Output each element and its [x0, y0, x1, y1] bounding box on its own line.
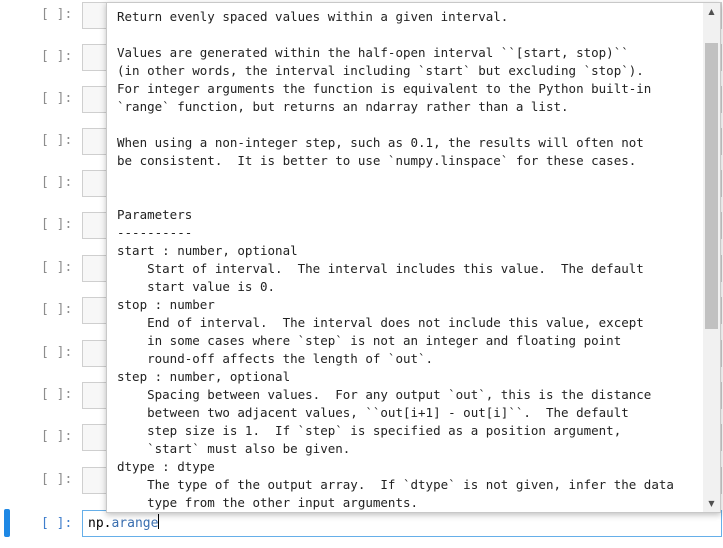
cell-prompt: [ ]: — [41, 387, 73, 402]
cell-prompt: [ ]: — [41, 516, 73, 531]
scroll-down-arrow-icon[interactable]: ▼ — [703, 495, 720, 512]
code-line: np.arange — [88, 514, 160, 531]
tooltip-scrollbar[interactable]: ▲ ▼ — [703, 3, 720, 512]
cell-prompt: [ ]: — [41, 91, 73, 106]
cell-prompt: [ ]: — [41, 302, 73, 317]
docstring-tooltip[interactable]: Return evenly spaced values within a giv… — [106, 2, 721, 513]
text-cursor — [158, 514, 160, 529]
code-editor-input[interactable]: np.arange — [82, 510, 722, 537]
scroll-up-arrow-icon[interactable]: ▲ — [703, 3, 720, 20]
cell-prompt: [ ]: — [41, 260, 73, 275]
cell-prompt: [ ]: — [41, 345, 73, 360]
cell-prompt: [ ]: — [41, 49, 73, 64]
notebook: [ ]: [ ]: [ ]: [ ]: [ ]: [ ]: [ ]: [ ]: … — [0, 0, 723, 548]
docstring-text: Return evenly spaced values within a giv… — [117, 9, 674, 510]
cell-prompt: [ ]: — [41, 7, 73, 22]
cell-prompt: [ ]: — [41, 133, 73, 148]
cell-prompt: [ ]: — [41, 472, 73, 487]
cell-prompt: [ ]: — [41, 429, 73, 444]
cell-prompt: [ ]: — [41, 175, 73, 190]
cell-prompt: [ ]: — [41, 217, 73, 232]
code-object: np — [88, 516, 104, 531]
code-attribute: arange — [111, 516, 159, 531]
scroll-thumb[interactable] — [705, 43, 718, 329]
